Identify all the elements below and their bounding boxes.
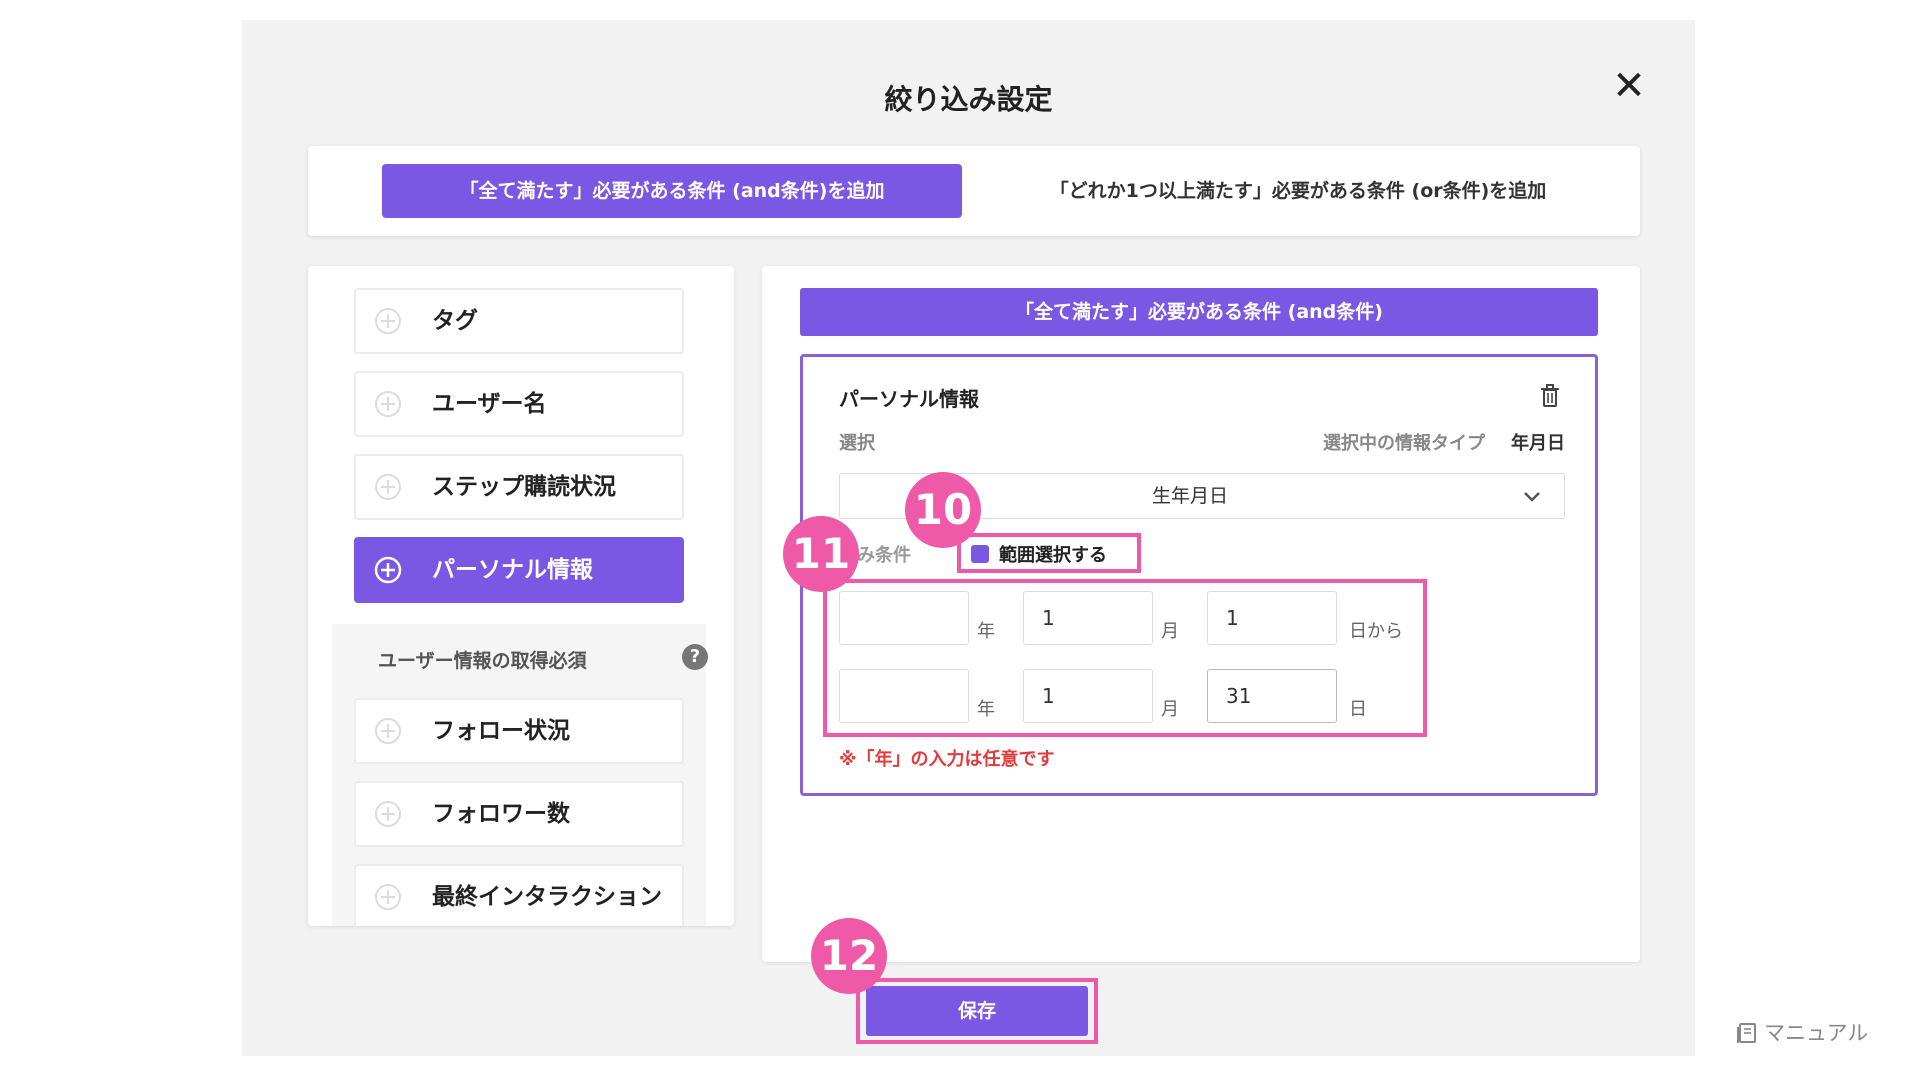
plus-circle-icon bbox=[375, 884, 401, 910]
sidebar-item-label: 最終インタラクション bbox=[432, 884, 662, 910]
sidebar-item-step-subscription[interactable]: ステップ購読状況 bbox=[354, 454, 684, 520]
sidebar-item-label: パーソナル情報 bbox=[432, 557, 593, 583]
annotation-badge-10: 10 bbox=[905, 472, 981, 548]
from-day-input[interactable] bbox=[1207, 591, 1337, 645]
trash-icon[interactable] bbox=[1535, 381, 1565, 411]
plus-circle-icon bbox=[375, 308, 401, 334]
sidebar-item-label: フォロワー数 bbox=[432, 801, 570, 827]
condition-panel: 「全て満たす」必要がある条件 (and条件) パーソナル情報 選択 選択中の情報… bbox=[762, 266, 1640, 962]
sidebar-item-last-interaction[interactable]: 最終インタラクション bbox=[354, 864, 684, 926]
to-year-input[interactable] bbox=[839, 669, 969, 723]
range-select-checkbox[interactable] bbox=[971, 545, 989, 563]
close-icon[interactable]: ✕ bbox=[1605, 62, 1653, 110]
modal-title: 絞り込み設定 bbox=[884, 83, 1053, 116]
info-type-value: 年月日 bbox=[1511, 433, 1565, 454]
to-day-input[interactable] bbox=[1207, 669, 1337, 723]
range-select-label: 範囲選択する bbox=[999, 545, 1107, 566]
and-condition-header: 「全て満たす」必要がある条件 (and条件) bbox=[800, 288, 1598, 336]
unit-day-from: 日から bbox=[1349, 621, 1403, 642]
chevron-down-icon bbox=[1524, 492, 1540, 502]
book-icon bbox=[1737, 1023, 1756, 1043]
sidebar-item-tag[interactable]: タグ bbox=[354, 288, 684, 354]
annotation-badge-12: 12 bbox=[811, 918, 887, 994]
unit-month: 月 bbox=[1161, 621, 1179, 642]
sidebar-item-label: ユーザー名 bbox=[432, 391, 547, 417]
sidebar-item-label: ステップ購読状況 bbox=[432, 474, 616, 500]
condition-card: パーソナル情報 選択 選択中の情報タイプ 年月日 生年月日 込み条件 範囲選択す… bbox=[800, 354, 1598, 796]
plus-circle-icon bbox=[375, 718, 401, 744]
sidebar-item-label: タグ bbox=[432, 308, 478, 334]
info-type-label: 選択中の情報タイプ bbox=[1323, 433, 1485, 454]
date-range-highlight: 年 月 日から 年 月 日 bbox=[823, 579, 1427, 737]
unit-day-to: 日 bbox=[1349, 699, 1367, 720]
condition-type-tabs: 「全て満たす」必要がある条件 (and条件)を追加 「どれか1つ以上満たす」必要… bbox=[308, 146, 1640, 236]
card-title: パーソナル情報 bbox=[839, 387, 979, 411]
plus-circle-icon bbox=[375, 391, 401, 417]
sidebar-item-username[interactable]: ユーザー名 bbox=[354, 371, 684, 437]
sidebar-item-label: フォロー状況 bbox=[432, 718, 570, 744]
select-label: 選択 bbox=[839, 433, 875, 454]
tab-add-or-condition[interactable]: 「どれか1つ以上満たす」必要がある条件 (or条件)を追加 bbox=[1008, 164, 1588, 218]
unit-month: 月 bbox=[1161, 699, 1179, 720]
unit-year: 年 bbox=[977, 699, 995, 720]
to-month-input[interactable] bbox=[1023, 669, 1153, 723]
sidebar-item-personal-info[interactable]: パーソナル情報 bbox=[354, 537, 684, 603]
help-icon[interactable]: ? bbox=[682, 644, 708, 670]
sidebar-item-follower-count[interactable]: フォロワー数 bbox=[354, 781, 684, 847]
manual-label: マニュアル bbox=[1764, 1021, 1869, 1045]
from-year-input[interactable] bbox=[839, 591, 969, 645]
category-list-panel: タグ ユーザー名 ステップ購読状況 パーソナル情報 ユーザー情報の取得必須 ? … bbox=[308, 266, 734, 926]
from-month-input[interactable] bbox=[1023, 591, 1153, 645]
plus-circle-icon bbox=[375, 801, 401, 827]
tab-add-and-condition[interactable]: 「全て満たす」必要がある条件 (and条件)を追加 bbox=[382, 164, 962, 218]
save-button[interactable]: 保存 bbox=[866, 986, 1088, 1036]
subsection-title: ユーザー情報の取得必須 bbox=[378, 650, 587, 672]
plus-circle-icon bbox=[374, 556, 402, 584]
annotation-badge-11: 11 bbox=[783, 516, 859, 592]
unit-year: 年 bbox=[977, 621, 995, 642]
year-optional-note: ※「年」の入力は任意です bbox=[839, 749, 1055, 770]
sidebar-item-follow-status[interactable]: フォロー状況 bbox=[354, 698, 684, 764]
range-select-highlight: 範囲選択する bbox=[957, 533, 1141, 573]
plus-circle-icon bbox=[375, 474, 401, 500]
